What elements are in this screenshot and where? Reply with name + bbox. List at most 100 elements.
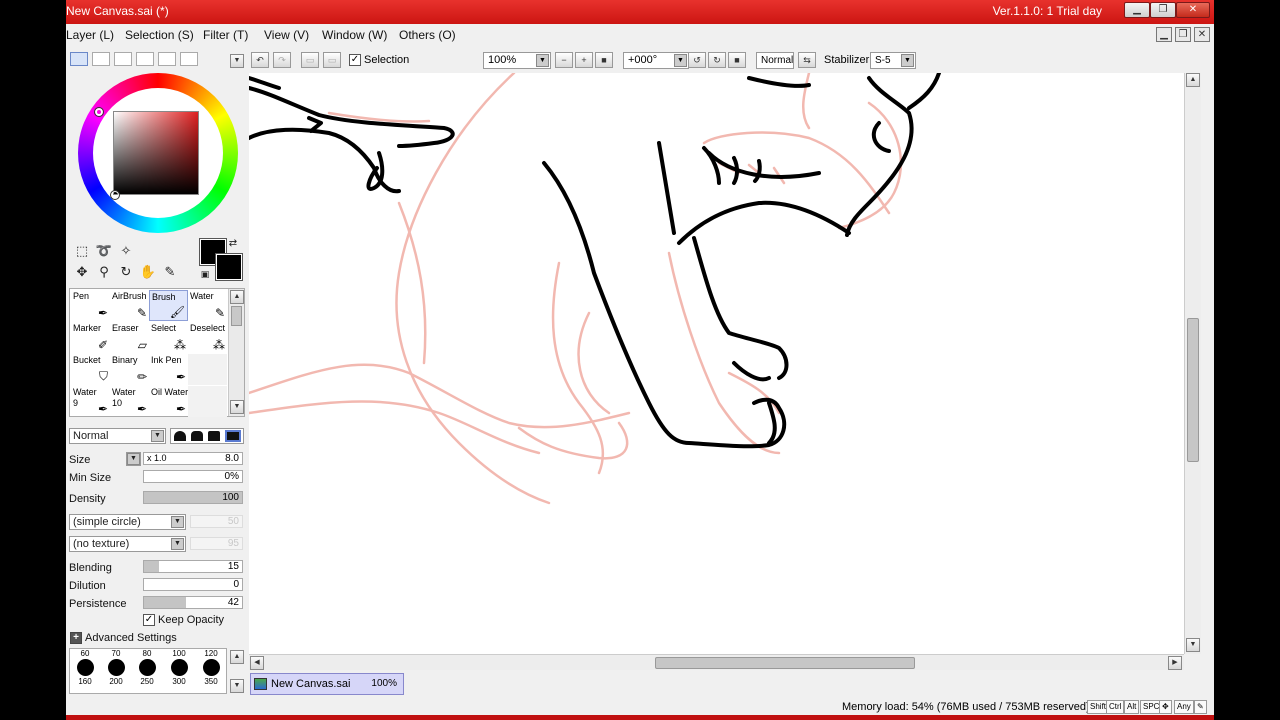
menu-layer[interactable]: Layer (L)	[66, 28, 114, 42]
size-preset[interactable]: 120 350	[196, 649, 226, 686]
preset-scroll-up-icon[interactable]: ▲	[230, 650, 244, 664]
brush-texture-select[interactable]: (no texture) ▼	[69, 536, 186, 552]
brush-slot-oil-water[interactable]: Oil Water ✒	[149, 386, 188, 417]
zoom-in-icon[interactable]: +	[575, 52, 593, 68]
hand-icon[interactable]: ✋	[139, 263, 157, 281]
rotate-reset-icon[interactable]: ■	[728, 52, 746, 68]
brush-slot-bucket[interactable]: Bucket ⛉	[71, 354, 110, 385]
menu-selection[interactable]: Selection (S)	[125, 28, 194, 42]
brush-slot-empty[interactable]	[188, 354, 227, 385]
panel-collapse-icon[interactable]: ▼	[230, 54, 244, 68]
blending-slider[interactable]: 15	[143, 560, 243, 573]
saturation-value-box[interactable]	[113, 111, 199, 195]
brush-slot-ink-pen[interactable]: Ink Pen ✒	[149, 354, 188, 385]
flip-horizontal-icon[interactable]: ⇆	[798, 52, 816, 68]
mdi-close-icon[interactable]: ✕	[1194, 27, 1210, 42]
advanced-settings-toggle[interactable]: Advanced Settings	[85, 632, 177, 644]
menu-others[interactable]: Others (O)	[399, 28, 456, 42]
rotate-right-icon[interactable]: ↻	[708, 52, 726, 68]
brush-slot-empty[interactable]	[188, 386, 227, 417]
eyedropper-icon[interactable]: ✎	[161, 263, 179, 281]
undo-icon[interactable]: ↶	[251, 52, 269, 68]
zoom-reset-icon[interactable]: ■	[595, 52, 613, 68]
edge-soft-icon[interactable]	[174, 431, 186, 441]
scroll-down-icon[interactable]: ▼	[1186, 638, 1200, 652]
scroll-up-icon[interactable]: ▲	[1186, 73, 1200, 87]
brush-slot-pen[interactable]: Pen ✒	[71, 290, 110, 321]
secondary-color-swatch[interactable]	[215, 253, 243, 281]
document-tab[interactable]: New Canvas.sai 100%	[250, 673, 404, 695]
brush-slot-water-9[interactable]: Water 9 ✒	[71, 386, 110, 417]
horizontal-scroll-thumb[interactable]	[655, 657, 915, 669]
min-size-slider[interactable]: 0%	[143, 470, 243, 483]
persistence-slider[interactable]: 42	[143, 596, 243, 609]
rotate-left-icon[interactable]: ↺	[688, 52, 706, 68]
drawing-canvas[interactable]	[249, 73, 1184, 654]
preset-scroll-down-icon[interactable]: ▼	[230, 679, 244, 693]
size-slider[interactable]: x 1.0 8.0	[143, 452, 243, 465]
scroll-thumb[interactable]	[231, 306, 242, 326]
scroll-down-icon[interactable]: ▼	[230, 400, 244, 414]
color-mixer-tab-icon[interactable]	[136, 52, 154, 66]
menu-window[interactable]: Window (W)	[322, 28, 387, 42]
hsv-slider-tab-icon[interactable]	[114, 52, 132, 66]
canvas-vertical-scrollbar[interactable]: ▲ ▼	[1184, 73, 1201, 654]
deselect-icon[interactable]: ▭	[301, 52, 319, 68]
redo-icon[interactable]: ↷	[273, 52, 291, 68]
size-preset[interactable]: 60 160	[70, 649, 100, 686]
canvas-horizontal-scrollbar[interactable]: ◀ ▶	[249, 654, 1184, 670]
brush-slot-water[interactable]: Water ✎	[188, 290, 227, 321]
zoom-out-icon[interactable]: −	[555, 52, 573, 68]
move-icon[interactable]: ✥	[73, 263, 91, 281]
swatches-tab-icon[interactable]	[158, 52, 176, 66]
close-button[interactable]: ✕	[1176, 2, 1210, 18]
brush-slot-marker[interactable]: Marker ✐	[71, 322, 110, 353]
size-preset[interactable]: 100 300	[164, 649, 194, 686]
edge-firm-icon[interactable]	[208, 431, 220, 441]
density-slider[interactable]: 100	[143, 491, 243, 504]
swap-colors-icon[interactable]: ⇄	[227, 238, 239, 250]
rgb-slider-tab-icon[interactable]	[92, 52, 110, 66]
keep-opacity-checkbox[interactable]: ✓	[143, 614, 155, 626]
rotate-icon[interactable]: ↻	[117, 263, 135, 281]
brush-slot-select[interactable]: Select ⁂	[149, 322, 188, 353]
brush-slot-binary[interactable]: Binary ✏	[110, 354, 149, 385]
menu-view[interactable]: View (V)	[264, 28, 309, 42]
menu-filter[interactable]: Filter (T)	[203, 28, 248, 42]
size-preset[interactable]: 70 200	[101, 649, 131, 686]
magic-wand-icon[interactable]: ✧	[117, 242, 135, 260]
size-multiplier-select[interactable]: ▼	[126, 452, 141, 466]
brush-slot-deselect[interactable]: Deselect ⁂	[188, 322, 227, 353]
lasso-icon[interactable]: ➰	[95, 242, 113, 260]
scroll-left-icon[interactable]: ◀	[250, 656, 264, 670]
dilution-slider[interactable]: 0	[143, 578, 243, 591]
rotation-select[interactable]: +000° ▼	[623, 52, 689, 69]
color-wheel-tab-icon[interactable]	[70, 52, 88, 66]
scratchpad-tab-icon[interactable]	[180, 52, 198, 66]
brush-shape-select[interactable]: (simple circle) ▼	[69, 514, 186, 530]
vertical-scroll-thumb[interactable]	[1187, 318, 1199, 462]
size-preset[interactable]: 80 250	[132, 649, 162, 686]
brush-slot-eraser[interactable]: Eraser ▱	[110, 322, 149, 353]
minimize-button[interactable]: ▁	[1124, 2, 1150, 18]
brush-blend-mode-select[interactable]: Normal ▼	[69, 428, 166, 444]
scroll-up-icon[interactable]: ▲	[230, 290, 244, 304]
zoom-icon[interactable]: ⚲	[95, 263, 113, 281]
brush-slot-brush[interactable]: Brush 🖌	[149, 290, 188, 321]
edge-medium-icon[interactable]	[191, 431, 203, 441]
expand-plus-icon[interactable]: +	[70, 632, 82, 644]
brush-grid-scrollbar[interactable]: ▲ ▼	[228, 289, 244, 416]
invert-selection-icon[interactable]: ▭	[323, 52, 341, 68]
mdi-minimize-icon[interactable]: ▁	[1156, 27, 1172, 42]
zoom-select[interactable]: 100% ▼	[483, 52, 551, 69]
reset-colors-icon[interactable]: ▣	[199, 268, 211, 280]
edge-hard-icon[interactable]	[225, 430, 241, 442]
stabilizer-select[interactable]: S-5 ▼	[870, 52, 916, 69]
selection-checkbox[interactable]: ✓	[349, 54, 361, 66]
maximize-button[interactable]: ❐	[1150, 2, 1176, 18]
scroll-right-icon[interactable]: ▶	[1168, 656, 1182, 670]
brush-slot-airbrush[interactable]: AirBrush ✎	[110, 290, 149, 321]
brush-slot-water-10[interactable]: Water 10 ✒	[110, 386, 149, 417]
canvas-blend-mode[interactable]: Normal	[756, 52, 794, 69]
mdi-restore-icon[interactable]: ❐	[1175, 27, 1191, 42]
